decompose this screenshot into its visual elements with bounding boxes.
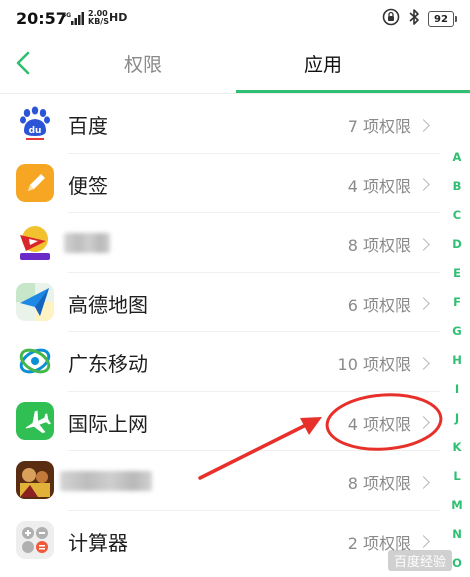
hd-label: HD [109, 11, 128, 24]
permission-count: 7 项权限 [348, 113, 432, 137]
app-row-baidu[interactable]: du 百度 7 项权限 [0, 94, 440, 154]
chevron-right-icon [417, 118, 430, 132]
app-name: 便签 [68, 173, 108, 198]
app-name: 国际上网 [68, 411, 148, 436]
chevron-right-icon [417, 237, 430, 251]
alpha-index-letter[interactable]: D [450, 230, 464, 259]
alpha-index-letter[interactable]: B [450, 172, 464, 201]
tab-apps[interactable]: 应用 [304, 50, 342, 77]
app-row-intl-internet[interactable]: 国际上网 4 项权限 [0, 392, 440, 452]
battery-indicator: 92 [428, 11, 457, 27]
alpha-index-letter[interactable]: K [450, 433, 464, 462]
permission-count-text: 10 项权限 [337, 355, 411, 374]
alpha-index-letter[interactable]: G [450, 317, 464, 346]
permission-count-text: 8 项权限 [347, 474, 411, 493]
permission-count-text: 6 项权限 [347, 295, 411, 315]
bluetooth-icon [408, 8, 420, 30]
app-name: 百度 [68, 114, 108, 138]
game-2-icon [16, 461, 54, 499]
alpha-index-letter[interactable]: I [450, 375, 464, 404]
app-row-amap[interactable]: 高德地图 6 项权限 [0, 273, 440, 333]
signal-icon: 4G [62, 11, 84, 26]
alpha-index-letter[interactable]: F [450, 288, 464, 317]
permission-count-text: 7 项权限 [347, 117, 411, 136]
alphabet-index: A B C D E F G H I J K L M N O [450, 143, 464, 577]
permission-count: 4 项权限 [348, 411, 432, 435]
network-speed: 2.00 KB/S [88, 10, 109, 26]
app-name: 计算器 [68, 530, 128, 555]
status-right: 92 [382, 8, 457, 30]
alpha-index-letter[interactable]: O [450, 549, 464, 577]
app-row-calculator[interactable]: 计算器 2 项权限 [0, 511, 440, 571]
back-button[interactable] [8, 48, 38, 78]
calculator-icon [16, 520, 54, 559]
alpha-index-letter[interactable]: J [450, 404, 464, 433]
alpha-index-letter[interactable]: A [450, 143, 464, 172]
game-icon [16, 223, 54, 261]
status-bar: 20:57 4G 2.00 KB/S HD 92 [0, 0, 470, 38]
alpha-index-letter[interactable]: H [450, 346, 464, 375]
app-list: du 百度 7 项权限 便签 4 项权限 8 项权限 高德地图 6 项权限 广东… [0, 94, 440, 570]
tab-permissions[interactable]: 权限 [124, 50, 162, 77]
permission-count-text: 4 项权限 [347, 176, 411, 196]
app-row-blurred-game[interactable]: 8 项权限 [0, 213, 440, 273]
alpha-index-letter[interactable]: C [450, 201, 464, 230]
app-name: 广东移动 [68, 352, 148, 376]
app-name: 高德地图 [68, 292, 148, 317]
permission-count: 10 项权限 [338, 351, 432, 375]
permission-count-text: 8 项权限 [347, 236, 411, 255]
permission-count: 8 项权限 [348, 232, 432, 256]
alpha-index-letter[interactable]: N [450, 520, 464, 549]
alpha-index-letter[interactable]: E [450, 259, 464, 288]
permission-count: 6 项权限 [348, 292, 432, 316]
china-mobile-icon [16, 342, 54, 380]
app-row-blurred-game-2[interactable]: 8 项权限 [0, 451, 440, 511]
app-row-china-mobile[interactable]: 广东移动 10 项权限 [0, 332, 440, 392]
blurred-app-name [64, 233, 110, 253]
airplane-icon [16, 401, 54, 440]
chevron-right-icon [417, 356, 430, 370]
alpha-index-letter[interactable]: L [450, 462, 464, 491]
permission-count: 8 项权限 [348, 470, 432, 494]
amap-icon [16, 282, 54, 321]
permission-count: 4 项权限 [348, 173, 432, 197]
status-time: 20:57 [16, 9, 67, 28]
chevron-right-icon [417, 475, 430, 489]
alpha-index-letter[interactable]: M [450, 491, 464, 520]
baidu-icon: du [16, 104, 54, 142]
notes-icon [16, 163, 54, 202]
svg-text:du: du [29, 126, 42, 136]
chevron-right-icon [417, 297, 430, 310]
back-arrow-icon [16, 51, 30, 75]
permission-count-text: 4 项权限 [347, 414, 411, 434]
blurred-app-name [60, 471, 152, 491]
header: 权限 应用 [0, 38, 470, 94]
chevron-right-icon [417, 178, 430, 191]
network-label: 4G [62, 12, 71, 19]
app-row-notes[interactable]: 便签 4 项权限 [0, 154, 440, 214]
chevron-right-icon [417, 535, 430, 548]
rotation-lock-icon [382, 8, 400, 30]
chevron-right-icon [417, 416, 430, 429]
watermark-text: 百度经验 [387, 550, 452, 571]
network-speed-unit: KB/S [88, 17, 109, 26]
